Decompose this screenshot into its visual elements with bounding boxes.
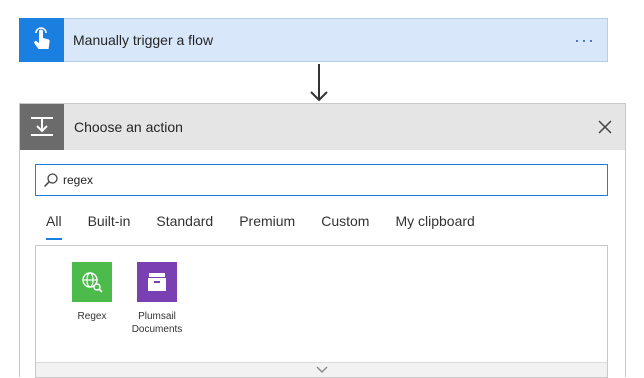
connector-label: Regex (77, 311, 107, 322)
globe-search-icon (82, 272, 103, 293)
search-input[interactable] (63, 173, 583, 187)
more-options-button[interactable]: ··· (574, 31, 595, 49)
trigger-card[interactable]: Manually trigger a flow ··· (19, 17, 608, 62)
close-button[interactable] (595, 117, 615, 137)
action-icon-tile (20, 104, 64, 150)
choose-action-card: Choose an action All Built-in Standard Prem… (19, 103, 626, 378)
tab-premium[interactable]: Premium (239, 212, 295, 240)
arrow-down-icon (310, 64, 328, 102)
trigger-icon-tile (19, 17, 64, 62)
connector-plumsail-documents[interactable]: Plumsail Documents (122, 262, 192, 336)
connector-label: Plumsail Documents (131, 311, 183, 335)
tab-my-clipboard[interactable]: My clipboard (395, 212, 474, 240)
tab-built-in[interactable]: Built-in (88, 212, 131, 240)
category-tabs: All Built-in Standard Premium Custom My clipb… (46, 212, 501, 240)
search-icon (43, 173, 58, 188)
search-box[interactable] (35, 164, 608, 196)
results-panel: Regex Plumsail Documents (35, 245, 608, 378)
tab-all[interactable]: All (46, 212, 62, 240)
expand-results-bar[interactable] (36, 362, 607, 377)
connector-tile (137, 262, 177, 302)
action-header: Choose an action (20, 104, 625, 150)
close-icon (598, 120, 612, 134)
trigger-title[interactable]: Manually trigger a flow (73, 32, 213, 48)
action-step-icon (31, 117, 53, 136)
tab-standard[interactable]: Standard (156, 212, 213, 240)
action-title: Choose an action (74, 119, 183, 135)
tab-custom[interactable]: Custom (321, 212, 369, 240)
archive-box-icon (148, 273, 166, 291)
connector-regex[interactable]: Regex (57, 262, 127, 323)
chevron-down-icon (316, 366, 327, 373)
hand-touch-icon (33, 26, 50, 49)
connector-tile (72, 262, 112, 302)
